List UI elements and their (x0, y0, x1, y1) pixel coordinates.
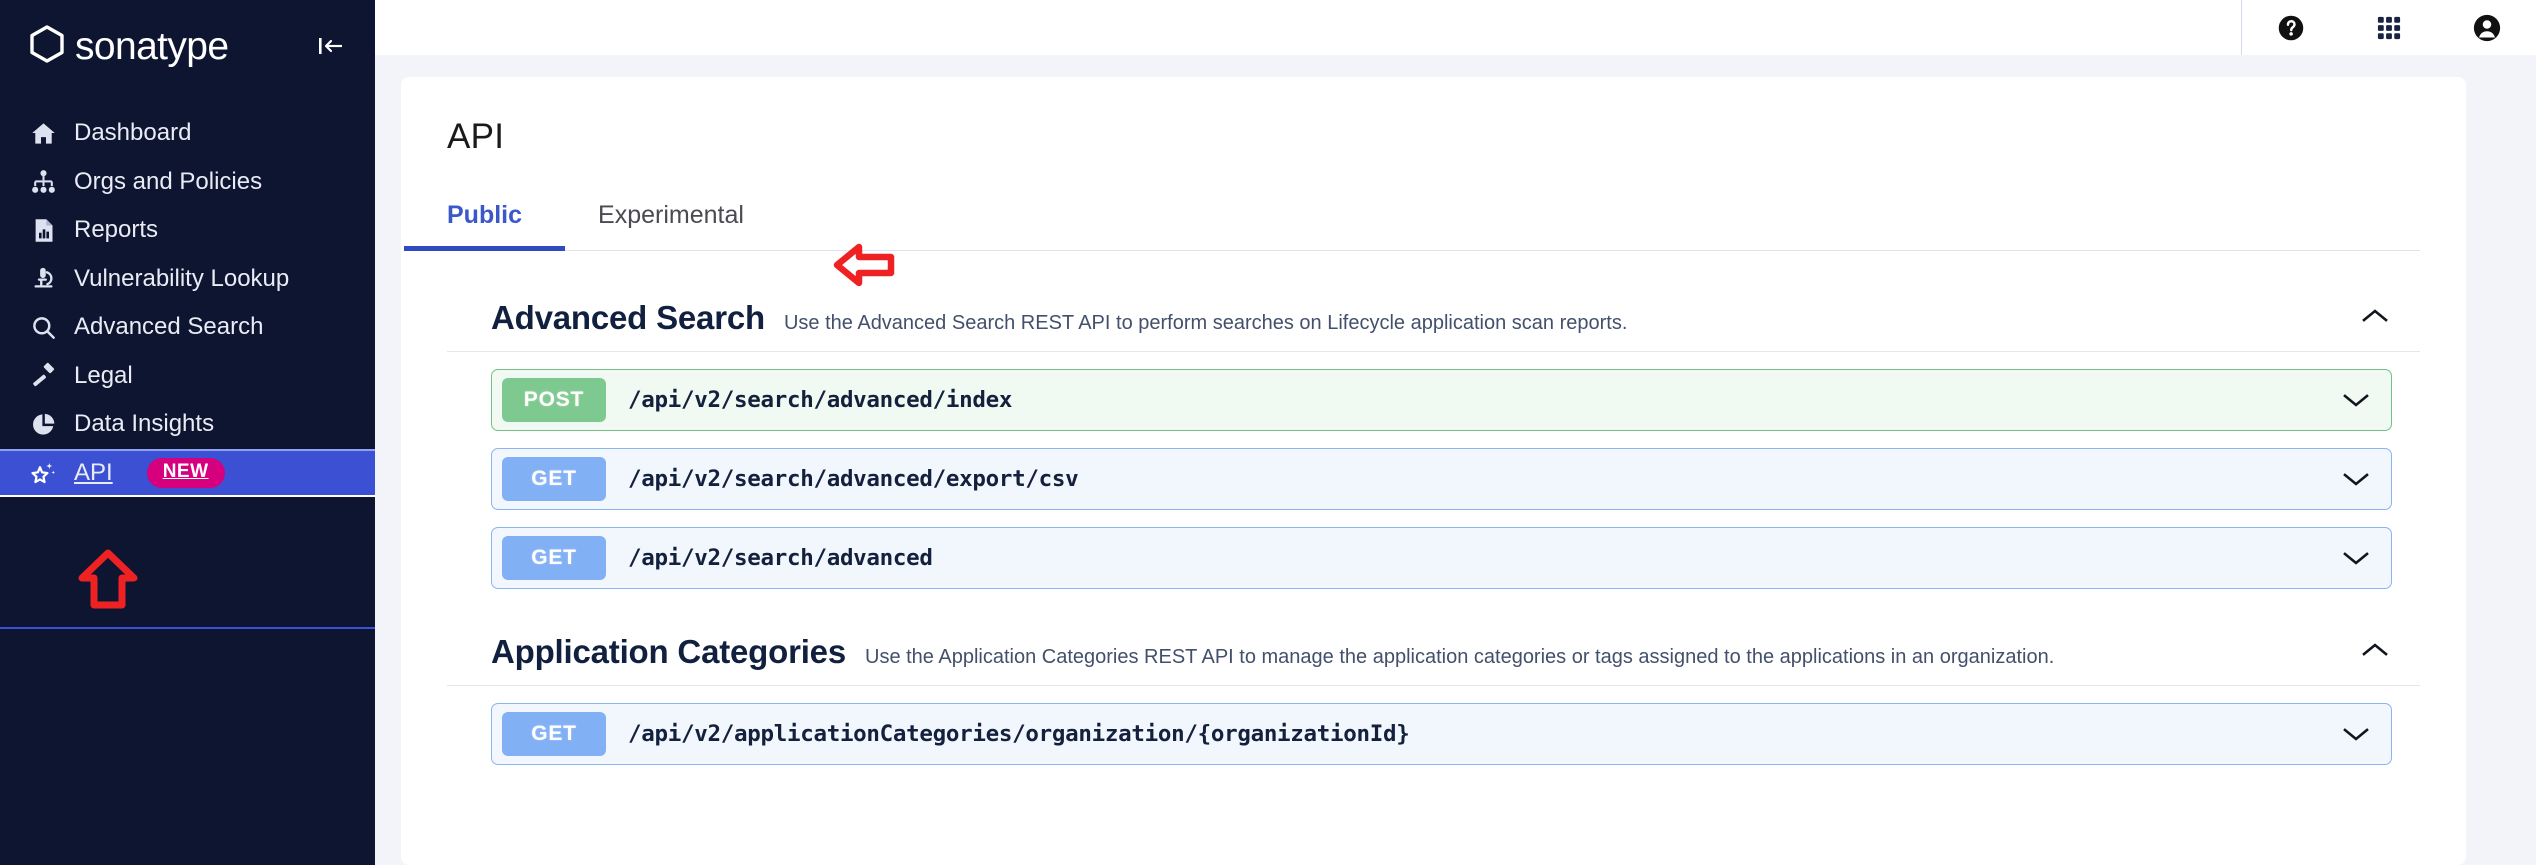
org-chart-icon (28, 167, 58, 197)
http-method-badge: POST (502, 378, 606, 422)
page-title: API (447, 117, 505, 156)
status-badge-new: NEW (146, 457, 225, 488)
header-icon-group (2242, 0, 2536, 55)
page-scroll-area: API Public Experimental Advanced Search … (375, 55, 2536, 865)
top-header-bar (375, 0, 2536, 55)
chevron-down-icon[interactable] (2339, 462, 2373, 496)
http-method-badge: GET (502, 536, 606, 580)
endpoint-path: /api/v2/search/advanced/export/csv (628, 466, 1079, 492)
sidebar-item-label: Advanced Search (74, 313, 264, 341)
pie-chart-icon (28, 409, 58, 439)
endpoint-row[interactable]: POST /api/v2/search/advanced/index (491, 369, 2392, 431)
sidebar-item-label: Data Insights (74, 410, 215, 438)
api-content-card: API Public Experimental Advanced Search … (401, 77, 2466, 865)
endpoint-row[interactable]: GET /api/v2/search/advanced/export/csv (491, 448, 2392, 510)
section-header[interactable]: Application Categories Use the Applicati… (447, 627, 2420, 686)
gavel-icon (28, 361, 58, 391)
endpoint-row[interactable]: GET /api/v2/applicationCategories/organi… (491, 703, 2392, 765)
collapse-left-icon[interactable] (313, 29, 347, 63)
red-arrow-up-annotation (78, 549, 138, 611)
section-description: Use the Application Categories REST API … (865, 646, 2055, 668)
section-title: Advanced Search (491, 299, 765, 336)
sidebar-item-label: Vulnerability Lookup (74, 264, 290, 292)
endpoint-list: GET /api/v2/applicationCategories/organi… (447, 703, 2420, 765)
sparkle-star-icon (28, 458, 58, 488)
api-section-advanced-search: Advanced Search Use the Advanced Search … (447, 293, 2420, 589)
hexagon-logo-icon (30, 24, 64, 68)
sidebar-item-label: API (74, 458, 113, 486)
endpoint-path: /api/v2/search/advanced/index (628, 387, 1013, 413)
chevron-down-icon[interactable] (2339, 383, 2373, 417)
report-doc-icon (28, 215, 58, 245)
help-icon[interactable] (2242, 0, 2340, 55)
user-account-icon[interactable] (2438, 0, 2536, 55)
endpoint-path: /api/v2/search/advanced (628, 545, 933, 571)
chevron-down-icon[interactable] (2339, 541, 2373, 575)
home-icon (28, 118, 58, 148)
microscope-icon (28, 264, 58, 294)
api-section-application-categories: Application Categories Use the Applicati… (447, 627, 2420, 765)
sidebar-item-label: Reports (74, 216, 159, 244)
chevron-up-icon[interactable] (2358, 299, 2392, 333)
magnifier-icon (28, 312, 58, 342)
sidebar-item-orgs-and-policies[interactable]: Orgs and Policies (0, 158, 375, 207)
endpoint-path: /api/v2/applicationCategories/organizati… (628, 721, 1410, 747)
http-method-badge: GET (502, 712, 606, 756)
tab-bar: Public Experimental (403, 193, 2420, 251)
endpoint-row[interactable]: GET /api/v2/search/advanced (491, 527, 2392, 589)
sidebar-item-dashboard[interactable]: Dashboard (0, 109, 375, 158)
red-arrow-left-annotation (833, 240, 895, 290)
endpoint-list: POST /api/v2/search/advanced/index GET /… (447, 369, 2420, 589)
main-area: API Public Experimental Advanced Search … (375, 0, 2536, 865)
section-title: Application Categories (491, 633, 846, 670)
section-description: Use the Advanced Search REST API to perf… (783, 312, 1628, 334)
sidebar-item-label: Legal (74, 361, 133, 389)
sidebar-item-legal[interactable]: Legal (0, 352, 375, 401)
sonatype-logo[interactable]: sonatype (30, 24, 229, 68)
sidebar-item-advanced-search[interactable]: Advanced Search (0, 303, 375, 352)
app-root: sonatype Dashboard Orgs and Policies Rep… (0, 0, 2536, 865)
section-header[interactable]: Advanced Search Use the Advanced Search … (447, 293, 2420, 352)
sidebar-item-label: Dashboard (74, 119, 192, 147)
sidebar-item-label: Orgs and Policies (74, 167, 263, 195)
apps-grid-icon[interactable] (2340, 0, 2438, 55)
sidebar-item-vulnerability-lookup[interactable]: Vulnerability Lookup (0, 255, 375, 304)
tab-public[interactable]: Public (403, 193, 566, 251)
sidebar-item-data-insights[interactable]: Data Insights (0, 400, 375, 449)
sidebar-item-reports[interactable]: Reports (0, 206, 375, 255)
sidebar: sonatype Dashboard Orgs and Policies Rep… (0, 0, 375, 865)
sidebar-nav: Dashboard Orgs and Policies Reports Vuln… (0, 109, 375, 497)
chevron-up-icon[interactable] (2358, 633, 2392, 667)
sidebar-brand-row: sonatype (0, 0, 375, 92)
chevron-down-icon[interactable] (2339, 717, 2373, 751)
tab-experimental[interactable]: Experimental (598, 193, 744, 250)
sidebar-divider (0, 627, 375, 629)
brand-name: sonatype (75, 24, 229, 68)
http-method-badge: GET (502, 457, 606, 501)
sidebar-item-api[interactable]: API NEW (0, 448, 375, 497)
